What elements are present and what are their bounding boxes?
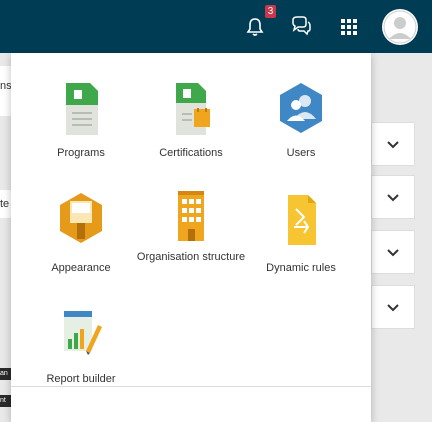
menu-item-label: Appearance (51, 262, 111, 274)
background-label: nt (0, 395, 11, 407)
certifications-icon (176, 83, 210, 135)
background-text: te (0, 198, 10, 210)
organisation-icon (178, 191, 204, 241)
expand-chevron-button[interactable] (371, 230, 415, 274)
expand-chevron-button[interactable] (371, 175, 415, 219)
menu-item-label: Users (286, 147, 316, 159)
panel-divider (11, 386, 371, 387)
menu-item-certifications[interactable]: Certifications (136, 79, 246, 169)
chevron-down-icon (387, 249, 399, 257)
menu-item-programs[interactable]: Programs (26, 79, 136, 169)
background-label: an (0, 368, 11, 380)
chevron-down-icon (387, 194, 399, 202)
expand-chevron-button[interactable] (371, 285, 415, 329)
menu-item-label: Programs (57, 147, 105, 159)
chevron-down-icon (387, 304, 399, 312)
bell-icon[interactable] (244, 16, 266, 38)
dynamic-rules-icon (288, 195, 316, 245)
menu-item-label: Organisation structure (136, 251, 246, 263)
menu-item-report-builder[interactable]: Report builder (26, 303, 136, 393)
chevron-down-icon (387, 141, 399, 149)
notification-count-badge: 3 (265, 5, 276, 18)
appearance-icon (60, 193, 102, 243)
top-navigation-bar: 3 (0, 0, 432, 53)
users-icon (280, 83, 322, 133)
user-avatar-icon (383, 10, 417, 44)
quick-access-menu-panel: Programs Certifications Users Appearance… (11, 53, 371, 422)
menu-item-users[interactable]: Users (246, 79, 356, 169)
expand-chevron-button[interactable] (371, 122, 415, 166)
grid-menu-icon[interactable] (338, 16, 360, 38)
background-text: ns (0, 80, 12, 92)
menu-item-label: Certifications (159, 147, 223, 159)
menu-item-appearance[interactable]: Appearance (26, 187, 136, 287)
menu-item-organisation-structure[interactable]: Organisation structure (136, 187, 246, 287)
menu-item-label: Dynamic rules (266, 262, 336, 274)
avatar[interactable] (382, 9, 418, 45)
menu-item-dynamic-rules[interactable]: Dynamic rules (246, 187, 356, 287)
report-builder-icon (64, 311, 102, 355)
chat-icon[interactable] (289, 14, 313, 38)
programs-icon (66, 83, 98, 135)
